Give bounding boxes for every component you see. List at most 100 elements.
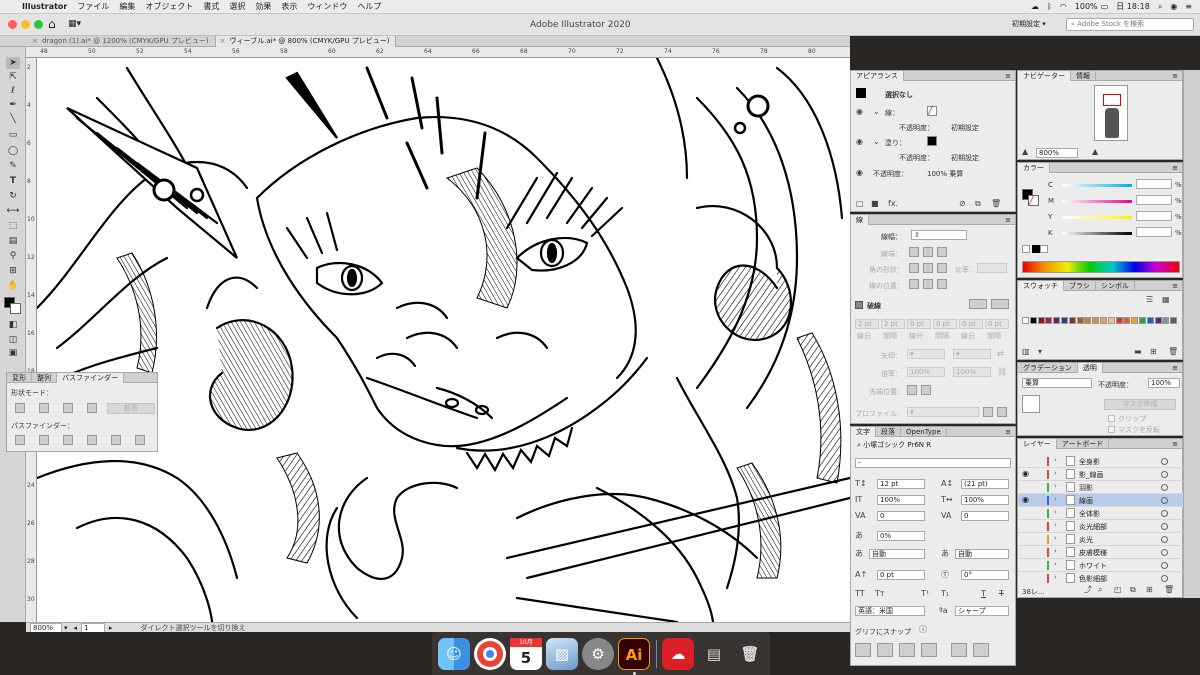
strikethrough-icon[interactable]: T bbox=[999, 589, 1004, 599]
swatch[interactable] bbox=[1154, 317, 1162, 324]
chevron-right-icon[interactable]: › bbox=[1054, 534, 1057, 542]
artboard-next-icon[interactable]: ▸ bbox=[109, 624, 113, 632]
aki-right-field[interactable]: 自動 bbox=[955, 549, 1009, 559]
layer-name[interactable]: 全体影 bbox=[1079, 509, 1100, 519]
finder-icon[interactable]: ☺ bbox=[438, 638, 470, 670]
kerning-field[interactable]: 0 bbox=[877, 511, 925, 521]
outline-icon[interactable] bbox=[111, 435, 121, 445]
intersect-icon[interactable] bbox=[63, 403, 73, 413]
snap-anchor-icon[interactable] bbox=[973, 643, 989, 657]
target-icon[interactable] bbox=[1161, 575, 1168, 582]
swatch[interactable] bbox=[1053, 317, 1061, 324]
channel-c-field[interactable] bbox=[1136, 179, 1172, 189]
locate-icon[interactable]: ⌕ bbox=[1098, 585, 1102, 595]
calendar-icon[interactable]: 10月 5 bbox=[510, 638, 542, 670]
menu-effect[interactable]: 効果 bbox=[255, 1, 271, 12]
workspace-switcher-icon[interactable]: ▦▾ bbox=[68, 19, 81, 29]
menu-object[interactable]: オブジェクト bbox=[145, 1, 193, 12]
tab-opentype[interactable]: OpenType bbox=[901, 426, 947, 437]
divide-icon[interactable] bbox=[15, 435, 25, 445]
layer-row[interactable]: › 炎光 bbox=[1018, 533, 1184, 546]
all-caps-icon[interactable]: TT bbox=[855, 589, 865, 599]
creative-cloud-icon[interactable]: ☁ bbox=[1031, 2, 1039, 11]
layer-name[interactable]: 影_線画 bbox=[1079, 470, 1104, 480]
hand-tool-icon[interactable]: ✋ bbox=[6, 280, 20, 292]
target-icon[interactable] bbox=[1161, 497, 1168, 504]
workspace-dropdown[interactable]: 初期設定 ▾ bbox=[1012, 19, 1046, 29]
swatch[interactable] bbox=[1139, 317, 1146, 324]
zoom-field[interactable]: 800% bbox=[30, 622, 62, 633]
swatch[interactable] bbox=[1131, 317, 1139, 324]
window-minimize-button[interactable] bbox=[21, 20, 30, 29]
expand-button[interactable]: 拡張 bbox=[107, 403, 155, 414]
swatch[interactable] bbox=[1029, 317, 1037, 324]
cap-square-icon[interactable] bbox=[937, 247, 947, 257]
lasso-tool-icon[interactable]: ℓ bbox=[6, 85, 20, 97]
layer-row[interactable]: › 全身影 bbox=[1018, 455, 1184, 468]
target-icon[interactable] bbox=[1161, 471, 1168, 478]
window-close-button[interactable] bbox=[8, 20, 17, 29]
illustrator-icon[interactable]: Ai bbox=[618, 638, 650, 670]
make-mask-button[interactable]: マスク作成 bbox=[1104, 399, 1176, 410]
swatch[interactable] bbox=[1162, 317, 1170, 324]
swatch[interactable] bbox=[1123, 317, 1131, 324]
chevron-right-icon[interactable]: › bbox=[1054, 508, 1057, 516]
chevron-right-icon[interactable]: › bbox=[1054, 495, 1057, 503]
eye-icon[interactable]: ◉ bbox=[856, 168, 863, 178]
object-opacity-value[interactable]: 100% 乗算 bbox=[927, 169, 963, 179]
target-icon[interactable] bbox=[1161, 523, 1168, 530]
target-icon[interactable] bbox=[1161, 484, 1168, 491]
panel-menu-icon[interactable]: ≡ bbox=[1172, 440, 1182, 448]
arrow-end-select[interactable]: ▾ bbox=[953, 349, 991, 359]
stroke-color-box[interactable]: ╱ bbox=[927, 106, 937, 116]
font-size-field[interactable]: 12 pt bbox=[877, 479, 925, 489]
layer-row[interactable]: › ホワイト bbox=[1018, 559, 1184, 572]
menu-view[interactable]: 表示 bbox=[281, 1, 297, 12]
layer-row[interactable]: › 炎光細部 bbox=[1018, 520, 1184, 533]
corner-bevel-icon[interactable] bbox=[937, 263, 947, 273]
swatch[interactable] bbox=[1146, 317, 1154, 324]
new-group-icon[interactable]: ▬ bbox=[1134, 347, 1142, 357]
trash-icon[interactable]: 🗑 bbox=[991, 199, 1001, 209]
artboard-tool-icon[interactable]: ⊞ bbox=[6, 265, 20, 277]
font-family-select[interactable]: ⌕ 小塚ゴシック Pr6N R bbox=[855, 441, 1011, 451]
layer-row[interactable]: ◉ › 線画 bbox=[1018, 494, 1184, 507]
layer-name[interactable]: 線画 bbox=[1079, 496, 1093, 506]
channel-y-slider[interactable] bbox=[1062, 216, 1132, 219]
gap-2-field[interactable]: 0 pt bbox=[933, 319, 957, 329]
tab-transparency[interactable]: 透明 bbox=[1077, 362, 1103, 373]
panel-menu-icon[interactable]: ≡ bbox=[1172, 282, 1182, 290]
rectangle-tool-icon[interactable]: ▭ bbox=[6, 129, 20, 141]
snap-bounds-icon[interactable] bbox=[899, 643, 915, 657]
chevron-right-icon[interactable]: › bbox=[1054, 469, 1057, 477]
tab-character[interactable]: 文字 bbox=[851, 426, 876, 437]
tab-transform[interactable]: 変形 bbox=[7, 372, 32, 383]
swatch[interactable] bbox=[1170, 317, 1178, 324]
minus-front-icon[interactable] bbox=[39, 403, 49, 413]
swatch[interactable] bbox=[1107, 317, 1115, 324]
layer-row[interactable]: › 色影細部 bbox=[1018, 572, 1184, 583]
trash-icon[interactable]: 🗑 bbox=[1168, 347, 1178, 357]
chevron-down-icon[interactable]: ⌄ bbox=[873, 107, 880, 117]
stroke-swatch[interactable] bbox=[10, 303, 21, 314]
swatch[interactable] bbox=[1100, 317, 1107, 324]
arrow-pos-end-icon[interactable] bbox=[921, 385, 931, 395]
target-icon[interactable] bbox=[1161, 536, 1168, 543]
swatch-library-icon[interactable]: ▥ bbox=[1022, 347, 1030, 357]
artboard-canvas[interactable] bbox=[37, 58, 850, 622]
tab-gradient[interactable]: グラデーション bbox=[1018, 362, 1078, 373]
channel-m-field[interactable] bbox=[1136, 195, 1172, 205]
new-layer-icon[interactable]: ⊞ bbox=[1146, 585, 1153, 595]
snap-angular-icon[interactable] bbox=[951, 643, 967, 657]
flip-icon[interactable] bbox=[997, 407, 1007, 417]
rotate-tool-icon[interactable]: ↻ bbox=[6, 190, 20, 202]
line-tool-icon[interactable]: ╲ bbox=[6, 113, 20, 125]
language-select[interactable]: 英語：米国 bbox=[855, 606, 925, 616]
leading-field[interactable]: (21 pt) bbox=[961, 479, 1009, 489]
snap-proximity-icon[interactable] bbox=[921, 643, 937, 657]
tab-symbols[interactable]: シンボル bbox=[1096, 280, 1135, 291]
eye-icon[interactable]: ◉ bbox=[856, 107, 863, 117]
chevron-right-icon[interactable]: › bbox=[1054, 560, 1057, 568]
stroke-weight-field[interactable]: ⇳ bbox=[911, 230, 967, 240]
menu-window[interactable]: ウィンドウ bbox=[307, 1, 347, 12]
